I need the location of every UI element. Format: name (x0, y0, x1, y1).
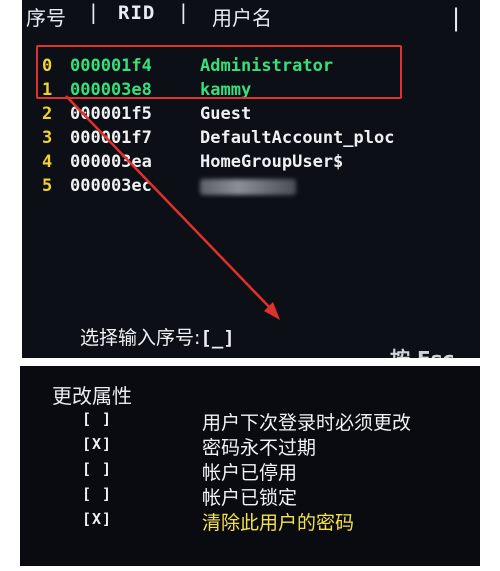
checkbox[interactable]: [ ] (82, 410, 112, 428)
red-arrow (65, 95, 280, 320)
cutoff-hint: 按 Esc (390, 343, 454, 358)
attribute-label: 清除此用户的密码 (202, 512, 355, 534)
attribute-option-2[interactable]: [ ] 帐户已停用 (20, 458, 480, 484)
attribute-option-0[interactable]: [ ] 用户下次登录时必须更改 (20, 408, 480, 434)
attributes-title: 更改属性 (52, 384, 132, 408)
prompt-label: 选择输入序号: (80, 327, 201, 349)
attribute-label: 用户下次登录时必须更改 (202, 412, 412, 434)
user-list-screen: 序号 | RID | 用户名 | 0 000001f4 Administrato… (22, 0, 480, 358)
checkbox[interactable]: [ ] (82, 460, 112, 478)
attribute-option-1[interactable]: [X] 密码永不过期 (20, 433, 480, 459)
attribute-option-4[interactable]: [X] 清除此用户的密码 (20, 508, 480, 534)
attribute-label: 密码永不过期 (202, 437, 317, 459)
attributes-screen: 更改属性 [ ] 用户下次登录时必须更改 [X] 密码永不过期 [ ] 帐户已停… (20, 366, 480, 566)
attribute-label: 帐户已停用 (202, 462, 298, 484)
checkbox[interactable]: [X] (82, 510, 112, 528)
attribute-option-3[interactable]: [ ] 帐户已锁定 (20, 483, 480, 509)
checkbox[interactable]: [ ] (82, 485, 112, 503)
checkbox[interactable]: [X] (82, 435, 112, 453)
selection-prompt: 选择输入序号:[_] (80, 323, 235, 350)
input-cursor[interactable]: [_] (200, 327, 234, 349)
attribute-label: 帐户已锁定 (202, 487, 298, 509)
